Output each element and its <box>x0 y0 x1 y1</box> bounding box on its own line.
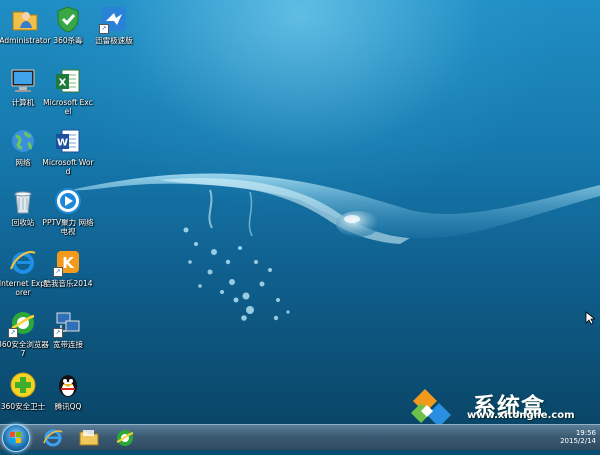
watermark-url-text: www.xitonghe.com <box>467 410 575 421</box>
icon-label: 酷我音乐2014 <box>43 279 93 288</box>
svg-text:K: K <box>62 254 75 272</box>
windows-start-orb-icon[interactable] <box>2 424 30 452</box>
desktop-icon-tencent-qq[interactable]: 腾讯QQ <box>42 370 94 411</box>
desktop[interactable]: Administrator 计算机 网络 回收站 Internet Explor… <box>0 0 600 424</box>
broadband-connection-icon: ↗ <box>53 308 83 338</box>
taskbar-360-browser-button[interactable] <box>110 427 140 448</box>
clock-time: 19:56 <box>575 429 596 437</box>
360-browser-icon: ↗ <box>8 308 38 338</box>
user-folder-icon <box>10 4 40 34</box>
taskbar-clock[interactable]: 19:56 2015/2/14 <box>560 429 596 445</box>
svg-text:X: X <box>59 78 67 89</box>
desktop-icon-microsoft-excel[interactable]: X Microsoft Excel <box>42 66 94 116</box>
file-explorer-folder-icon <box>79 430 99 446</box>
pptv-icon <box>53 186 83 216</box>
desktop-icon-360-antivirus[interactable]: 360杀毒 <box>42 4 94 45</box>
icon-label: 迅雷极速版 <box>95 36 133 45</box>
internet-explorer-icon <box>8 247 38 277</box>
icon-label: 腾讯QQ <box>54 402 82 411</box>
icon-label: 宽带连接 <box>53 340 83 349</box>
desktop-icon-microsoft-word[interactable]: W Microsoft Word <box>42 126 94 176</box>
shortcut-arrow-icon: ↗ <box>53 328 63 338</box>
qq-penguin-icon <box>53 370 83 400</box>
shortcut-arrow-icon: ↗ <box>8 328 18 338</box>
recycle-bin-icon <box>8 186 38 216</box>
xunlei-bird-icon: ↗ <box>99 4 129 34</box>
shortcut-arrow-icon: ↗ <box>99 24 109 34</box>
icon-label: Microsoft Word <box>42 158 94 176</box>
network-globe-icon <box>8 126 38 156</box>
clock-date: 2015/2/14 <box>560 437 596 445</box>
360-browser-icon <box>116 430 134 446</box>
excel-icon: X <box>53 66 83 96</box>
svg-text:W: W <box>57 138 68 149</box>
internet-explorer-icon <box>43 429 63 447</box>
360-safeguard-icon <box>8 370 38 400</box>
icon-label: PPTV聚力 网络电视 <box>42 218 94 236</box>
taskbar: 19:56 2015/2/14 <box>0 424 600 452</box>
computer-icon <box>8 66 38 96</box>
taskbar-file-explorer-button[interactable] <box>74 427 104 448</box>
desktop-icon-broadband-connection[interactable]: ↗ 宽带连接 <box>42 308 94 349</box>
xitonghe-watermark-logo: 系统盒 www.xitonghe.com <box>405 385 600 424</box>
mouse-cursor-icon <box>585 311 595 325</box>
desktop-icon-kuwo-music[interactable]: K ↗ 酷我音乐2014 <box>42 247 94 288</box>
kuwo-music-icon: K ↗ <box>53 247 83 277</box>
xitonghe-logo-icon <box>411 389 451 424</box>
desktop-icon-xunlei[interactable]: ↗ 迅雷极速版 <box>88 4 140 45</box>
taskbar-internet-explorer-button[interactable] <box>38 427 68 448</box>
icon-label: Microsoft Excel <box>43 98 93 116</box>
shortcut-arrow-icon: ↗ <box>53 267 63 277</box>
desktop-icon-pptv[interactable]: PPTV聚力 网络电视 <box>42 186 94 236</box>
icon-label: 360杀毒 <box>53 36 83 45</box>
word-icon: W <box>53 126 83 156</box>
360-antivirus-shield-icon <box>53 4 83 34</box>
